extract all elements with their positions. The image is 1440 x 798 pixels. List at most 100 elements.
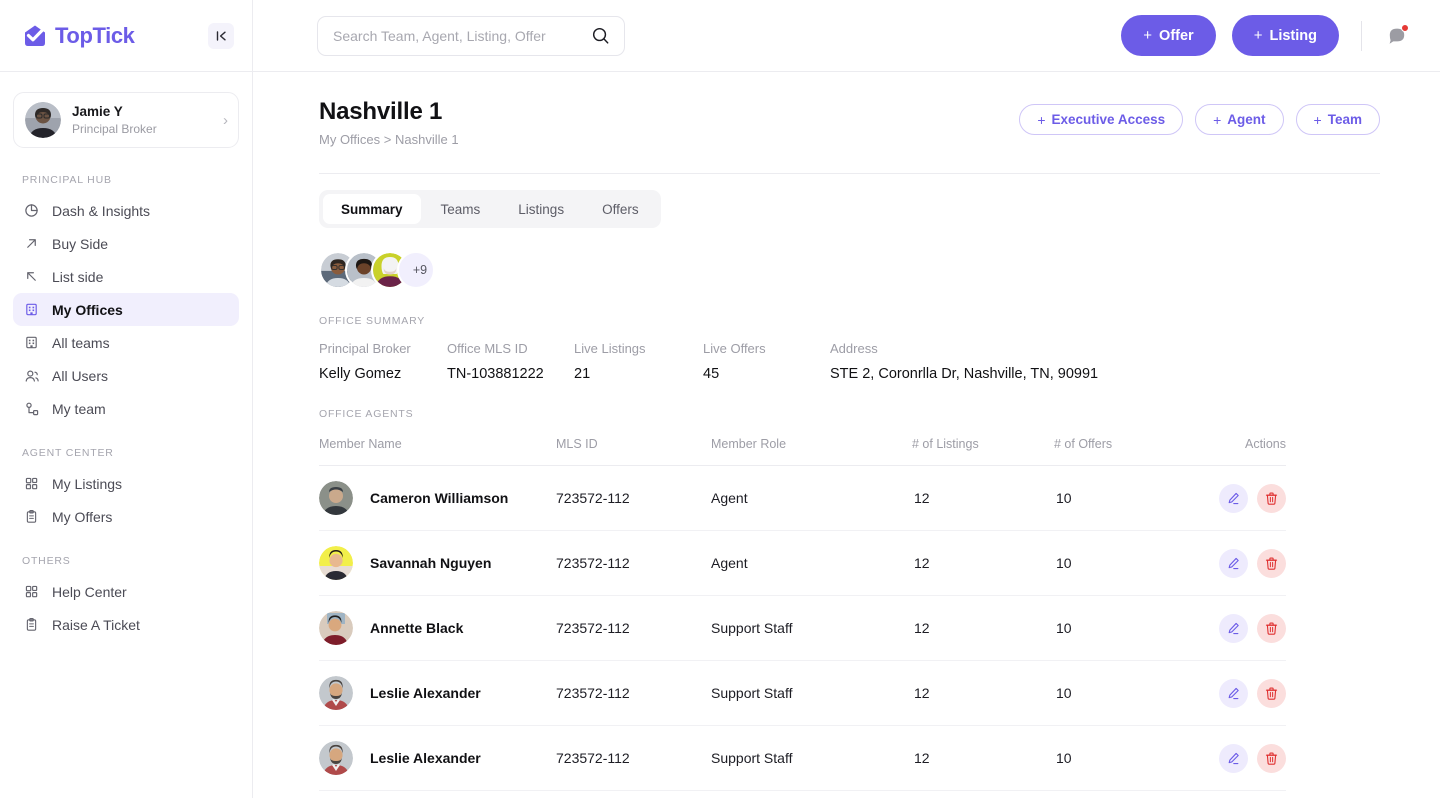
column-header-actions: Actions [1245, 437, 1286, 451]
notifications-button[interactable] [1384, 23, 1410, 49]
cell-offers-count: 10 [1056, 750, 1072, 766]
edit-row-button[interactable] [1219, 483, 1248, 513]
plus-icon: + [1143, 27, 1153, 44]
tab-label: Listings [518, 201, 565, 217]
sidebar-item-all-teams[interactable]: All teams [13, 326, 239, 359]
sidebar-item-list-side[interactable]: List side [13, 260, 239, 293]
table-row[interactable]: Cameron Williamson 723572-112 Agent 12 1… [319, 466, 1286, 531]
brand[interactable]: TopTick [22, 23, 135, 49]
tab-teams[interactable]: Teams [423, 194, 499, 224]
search-box[interactable] [317, 15, 625, 56]
cell-listings-count: 12 [914, 555, 930, 571]
tab-offers[interactable]: Offers [584, 194, 657, 224]
table-header-row: Member Name MLS ID Member Role # of List… [319, 437, 1286, 466]
edit-row-button[interactable] [1219, 548, 1248, 578]
member-avatar-stack[interactable]: +9 [319, 251, 1380, 289]
cell-member-name: Leslie Alexander [319, 676, 556, 710]
edit-row-button[interactable] [1219, 678, 1248, 708]
sidebar-item-my-offers[interactable]: My Offers [13, 500, 239, 533]
summary-field-live-offers: Live Offers 45 [703, 341, 830, 382]
cell-member-name: Annette Black [319, 611, 556, 645]
clipboard-icon [23, 508, 40, 525]
profile-text: Jamie Y Principal Broker [72, 103, 212, 138]
delete-row-button[interactable] [1257, 678, 1286, 708]
arrow-up-left-icon [23, 268, 40, 285]
add-offer-button[interactable]: + Offer [1121, 15, 1216, 56]
add-listing-button[interactable]: + Listing [1231, 15, 1339, 56]
cell-member-role: Support Staff [711, 620, 793, 636]
office-summary: Principal Broker Kelly Gomez Office MLS … [319, 341, 1380, 382]
building-icon [23, 301, 40, 318]
trash-icon [1265, 687, 1278, 700]
table-row[interactable]: Leslie Alexander 723572-112 Support Staf… [319, 661, 1286, 726]
summary-field-live-listings: Live Listings 21 [574, 341, 703, 382]
nav-group-others: OTHERS Help Center Raise A Ticket [0, 555, 252, 641]
add-team-button[interactable]: + Team [1295, 104, 1380, 135]
member-name: Annette Black [370, 620, 464, 636]
sidebar-item-buy-side[interactable]: Buy Side [13, 227, 239, 260]
cell-member-name: Leslie Alexander [319, 741, 556, 775]
pie-chart-icon [23, 202, 40, 219]
add-executive-access-button[interactable]: + Executive Access [1019, 104, 1184, 135]
pencil-icon [1228, 687, 1239, 699]
table-row[interactable]: Savannah Nguyen 723572-112 Agent 12 10 [319, 531, 1286, 596]
member-name: Leslie Alexander [370, 750, 481, 766]
summary-field-office-mls-id: Office MLS ID TN-103881222 [447, 341, 574, 382]
sidebar: TopTick Jamie Y Principal Broker › PRINC… [0, 0, 253, 798]
notification-dot [1401, 23, 1409, 32]
tab-summary[interactable]: Summary [323, 194, 421, 224]
delete-row-button[interactable] [1257, 548, 1286, 578]
sidebar-item-label: My team [52, 400, 106, 417]
member-name: Savannah Nguyen [370, 555, 492, 571]
sidebar-item-label: Help Center [52, 583, 127, 600]
sidebar-item-my-offices[interactable]: My Offices [13, 293, 239, 326]
delete-row-button[interactable] [1257, 613, 1286, 643]
edit-row-button[interactable] [1219, 743, 1248, 773]
clipboard-icon [23, 616, 40, 633]
nav-list-agent-center: My Listings My Offers [0, 467, 252, 533]
profile-card[interactable]: Jamie Y Principal Broker › [13, 92, 239, 148]
collapse-sidebar-button[interactable] [208, 22, 234, 49]
sidebar-item-dash-insights[interactable]: Dash & Insights [13, 194, 239, 227]
edit-row-button[interactable] [1219, 613, 1248, 643]
app-root: TopTick Jamie Y Principal Broker › PRINC… [0, 0, 1440, 798]
arrow-up-right-icon [23, 235, 40, 252]
table-row[interactable]: Leslie Alexander 723572-112 Support Staf… [319, 726, 1286, 791]
cell-offers-count: 10 [1056, 555, 1072, 571]
topbar: + Offer + Listing [253, 0, 1440, 72]
cell-offers-count: 10 [1056, 685, 1072, 701]
search-icon[interactable] [591, 26, 610, 45]
search-input[interactable] [333, 27, 583, 44]
delete-row-button[interactable] [1257, 743, 1286, 773]
avatar [319, 481, 353, 515]
grid-icon [23, 583, 40, 600]
cell-actions [1180, 483, 1286, 513]
sidebar-item-raise-a-ticket[interactable]: Raise A Ticket [13, 608, 239, 641]
plus-icon: + [1213, 111, 1222, 128]
summary-value: 21 [574, 366, 591, 382]
sidebar-item-label: My Offices [52, 301, 123, 318]
pencil-icon [1228, 557, 1239, 569]
nav-section-label-others: OTHERS [22, 555, 71, 567]
trash-icon [1265, 752, 1278, 765]
sidebar-item-my-listings[interactable]: My Listings [13, 467, 239, 500]
sidebar-item-help-center[interactable]: Help Center [13, 575, 239, 608]
add-executive-access-label: Executive Access [1051, 112, 1166, 127]
avatar-overflow-count[interactable]: +9 [397, 251, 435, 289]
add-agent-button[interactable]: + Agent [1195, 104, 1284, 135]
chevron-right-icon: › [223, 111, 228, 129]
sidebar-item-my-team[interactable]: My team [13, 392, 239, 425]
page-header-text: Nashville 1 My Offices > Nashville 1 [319, 98, 459, 147]
collapse-sidebar-icon [216, 30, 226, 41]
cell-actions [1180, 743, 1286, 773]
trash-icon [1265, 492, 1278, 505]
sidebar-item-all-users[interactable]: All Users [13, 359, 239, 392]
nav-list-principal-hub: Dash & Insights Buy Side List side My Of… [0, 194, 252, 425]
sidebar-item-label: My Offers [52, 508, 113, 525]
table-row[interactable]: Annette Black 723572-112 Support Staff 1… [319, 596, 1286, 661]
delete-row-button[interactable] [1257, 483, 1286, 513]
tab-listings[interactable]: Listings [500, 194, 582, 224]
summary-key: Office MLS ID [447, 341, 528, 356]
cell-mls-id: 723572-112 [556, 490, 630, 506]
summary-key: Address [830, 341, 878, 356]
